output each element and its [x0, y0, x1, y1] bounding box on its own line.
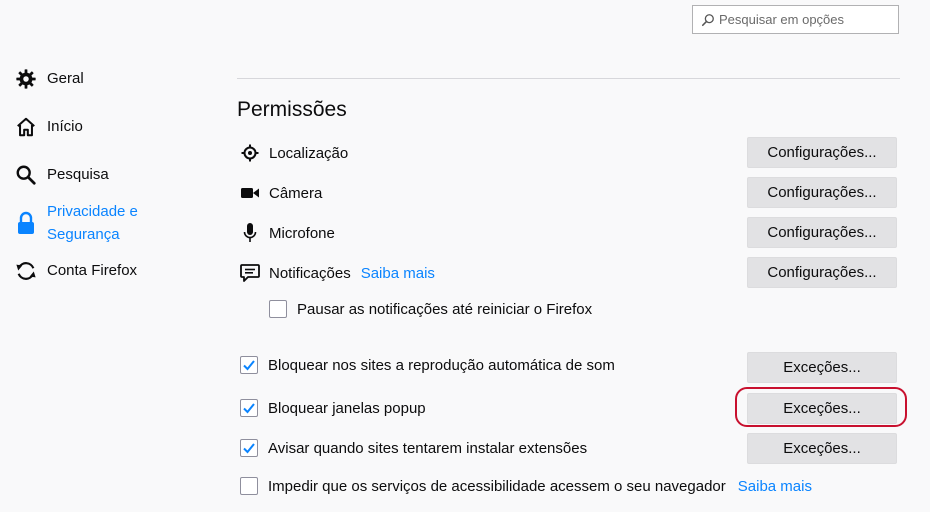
block-popups-row[interactable]: Bloquear janelas popup [240, 397, 426, 419]
section-title: Permissões [237, 98, 347, 121]
sidebar-item-general[interactable]: Geral [14, 67, 84, 91]
permission-label: Localização [269, 144, 349, 162]
checkmark-icon [243, 360, 255, 371]
checkmark-icon [243, 403, 255, 414]
gear-icon [14, 67, 38, 91]
sidebar-item-search[interactable]: Pesquisa [14, 163, 109, 187]
warn-addons-checkbox[interactable] [240, 439, 258, 457]
search-icon [701, 13, 714, 26]
microphone-icon [240, 223, 260, 243]
search-input[interactable] [719, 12, 898, 27]
location-icon [240, 143, 260, 163]
permission-notifications: Notificações Saiba mais [240, 261, 435, 285]
location-settings-button[interactable]: Configurações... [747, 137, 897, 168]
block-autoplay-row[interactable]: Bloquear nos sites a reprodução automáti… [240, 354, 615, 376]
block-autoplay-checkbox[interactable] [240, 356, 258, 374]
block-accessibility-row[interactable]: Impedir que os serviços de acessibilidad… [240, 475, 812, 497]
sidebar-item-firefox-account[interactable]: Conta Firefox [14, 259, 137, 283]
checkbox-label: Bloquear nos sites a reprodução automáti… [268, 356, 615, 374]
permission-label: Microfone [269, 224, 335, 242]
permission-microphone: Microfone [240, 221, 335, 245]
camera-icon [240, 183, 260, 203]
warn-addons-row[interactable]: Avisar quando sites tentarem instalar ex… [240, 437, 587, 459]
autoplay-exceptions-button[interactable]: Exceções... [747, 352, 897, 383]
checkmark-icon [243, 443, 255, 454]
sidebar-item-home[interactable]: Início [14, 115, 83, 139]
checkbox-label: Pausar as notificações até reiniciar o F… [297, 300, 593, 318]
home-icon [14, 115, 38, 139]
popup-exceptions-button[interactable]: Exceções... [747, 393, 897, 424]
pause-notifications-row[interactable]: Pausar as notificações até reiniciar o F… [269, 298, 592, 320]
microphone-settings-button[interactable]: Configurações... [747, 217, 897, 248]
notifications-learn-more-link[interactable]: Saiba mais [361, 265, 435, 282]
section-divider [237, 78, 900, 79]
permission-label: Câmera [269, 184, 323, 202]
sidebar-item-label: Conta Firefox [47, 262, 138, 279]
pause-notifications-checkbox[interactable] [269, 300, 287, 318]
checkbox-label: Bloquear janelas popup [268, 399, 426, 417]
lock-icon [14, 211, 38, 235]
permission-label: Notificações [269, 264, 351, 282]
notifications-settings-button[interactable]: Configurações... [747, 257, 897, 288]
addons-exceptions-button[interactable]: Exceções... [747, 433, 897, 464]
search-box[interactable] [692, 5, 899, 34]
camera-settings-button[interactable]: Configurações... [747, 177, 897, 208]
block-accessibility-checkbox[interactable] [240, 477, 258, 495]
accessibility-learn-more-link[interactable]: Saiba mais [738, 478, 812, 495]
sync-icon [14, 259, 38, 283]
sidebar-item-label: Geral [47, 70, 84, 87]
block-popups-checkbox[interactable] [240, 399, 258, 417]
sidebar-item-label: Início [47, 118, 83, 135]
sidebar-item-privacy[interactable]: Privacidade e Segurança [14, 200, 138, 246]
checkbox-label: Impedir que os serviços de acessibilidad… [268, 477, 726, 495]
permission-location: Localização [240, 141, 348, 165]
sidebar-item-label: Privacidade e Segurança [47, 203, 138, 243]
search-icon [14, 163, 38, 187]
sidebar-item-label: Pesquisa [47, 166, 109, 183]
checkbox-label: Avisar quando sites tentarem instalar ex… [268, 439, 588, 457]
notification-icon [240, 263, 260, 283]
permission-camera: Câmera [240, 181, 322, 205]
